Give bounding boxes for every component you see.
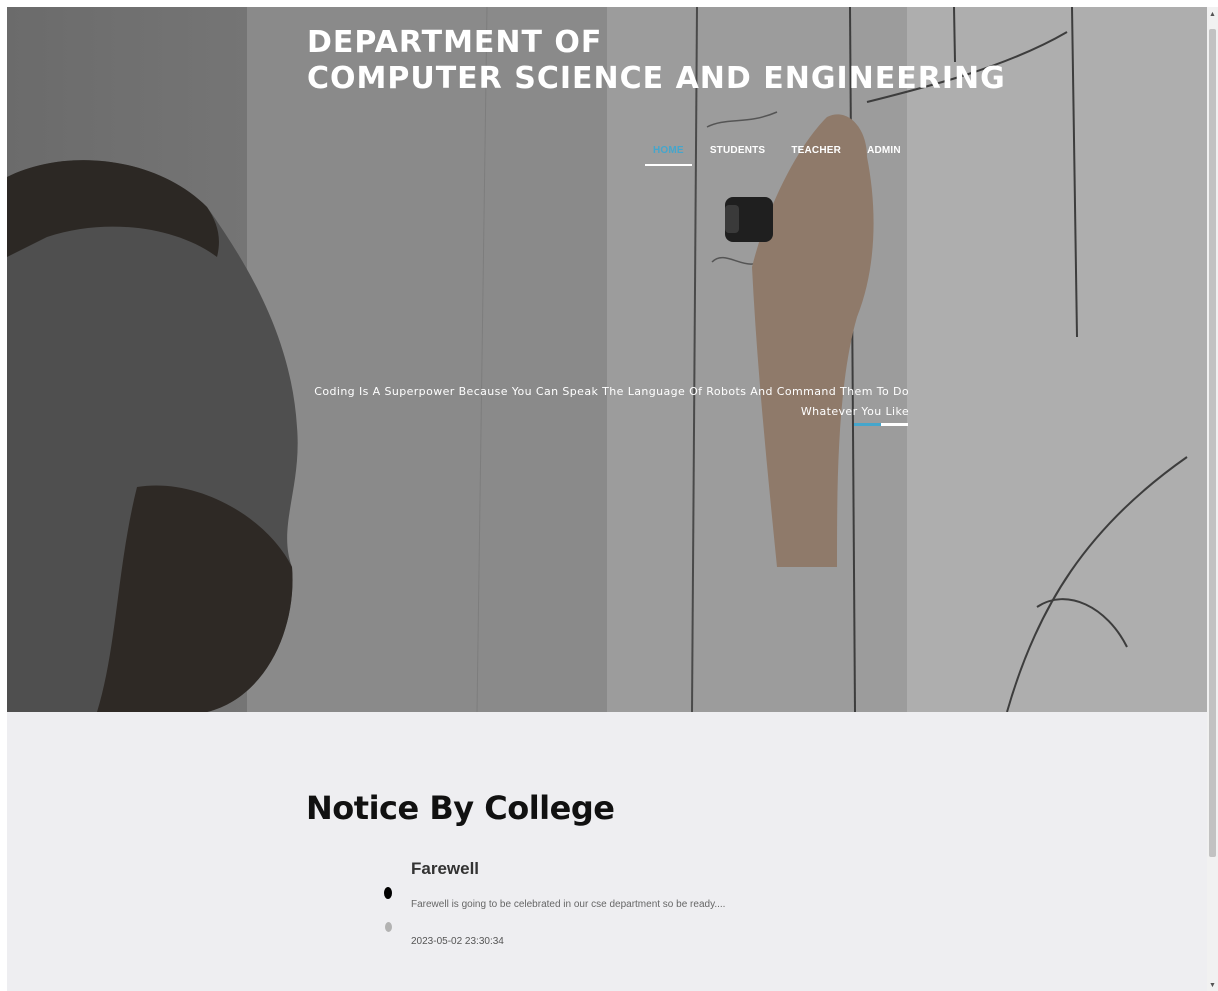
triangle-up-icon[interactable]: ▲ bbox=[1207, 11, 1218, 18]
notice-title: Farewell bbox=[411, 859, 480, 878]
nav-item-admin[interactable]: ADMIN bbox=[859, 141, 909, 166]
nav-item-teacher[interactable]: TEACHER bbox=[783, 141, 849, 166]
slider-progress-fill bbox=[854, 423, 881, 426]
site-title: DEPARTMENT OF COMPUTER SCIENCE AND ENGIN… bbox=[307, 25, 1006, 97]
notice-date: 2023-05-02 23:30:34 bbox=[411, 936, 504, 947]
notice-section: Notice By College Farewell Farewell is g… bbox=[7, 712, 1207, 991]
notice-item: Farewell Farewell is going to be celebra… bbox=[411, 859, 725, 947]
nav-item-students[interactable]: STUDENTS bbox=[702, 141, 774, 166]
vertical-scrollbar[interactable]: ▲ ▼ bbox=[1207, 7, 1218, 991]
site-title-line2: COMPUTER SCIENCE AND ENGINEERING bbox=[307, 61, 1006, 96]
notice-pagination-dot[interactable] bbox=[385, 922, 392, 932]
slider-progress-bar bbox=[854, 423, 908, 426]
hero-quote: Coding Is A Superpower Because You Can S… bbox=[314, 385, 909, 418]
main-nav: HOME STUDENTS TEACHER ADMIN bbox=[645, 141, 919, 166]
site-title-line1: DEPARTMENT OF bbox=[307, 25, 603, 60]
page: DEPARTMENT OF COMPUTER SCIENCE AND ENGIN… bbox=[7, 7, 1207, 991]
triangle-down-icon[interactable]: ▼ bbox=[1207, 982, 1218, 989]
hero-background-image bbox=[7, 7, 1207, 712]
hero-banner: DEPARTMENT OF COMPUTER SCIENCE AND ENGIN… bbox=[7, 7, 1207, 712]
scrollbar-thumb[interactable] bbox=[1209, 29, 1216, 857]
notice-pagination-dot-active[interactable] bbox=[384, 887, 392, 899]
notice-body: Farewell is going to be celebrated in ou… bbox=[411, 899, 726, 910]
nav-item-home[interactable]: HOME bbox=[645, 141, 692, 166]
notice-heading: Notice By College bbox=[306, 789, 615, 827]
